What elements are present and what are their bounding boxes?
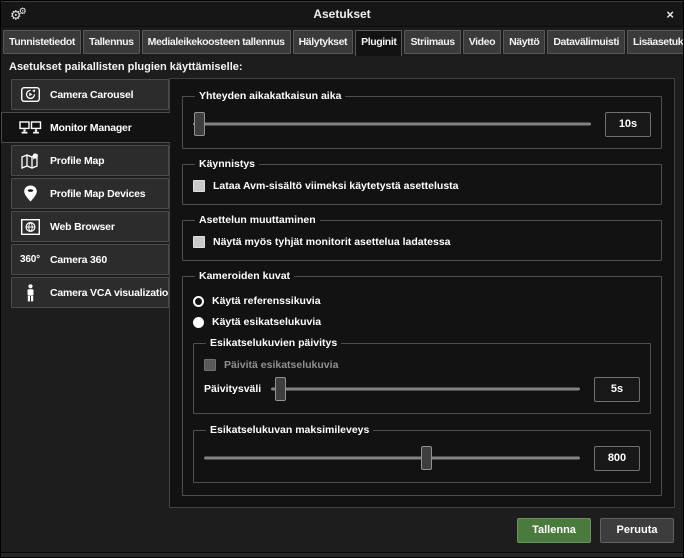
interval-slider[interactable] (271, 375, 580, 403)
sidebar-item-camera-carousel[interactable]: Camera Carousel (11, 79, 169, 110)
tab-tunnistetiedot[interactable]: Tunnistetiedot (3, 30, 81, 54)
sidebar-item-monitor-manager[interactable]: Monitor Manager (1, 112, 170, 143)
footer: Tallenna Peruuta (1, 508, 683, 552)
interval-slider-handle[interactable] (275, 377, 286, 401)
group-startup: Käynnistys Lataa Avm-sisältö viimeksi kä… (182, 158, 662, 205)
sidebar-item-camera-vca-visualization[interactable]: Camera VCA visualization (11, 277, 169, 308)
group-camera-images: Kameroiden kuvat Käytä referenssikuvia K… (182, 270, 662, 496)
checkbox-row-load-avm-content[interactable]: Lataa Avm-sisältö viimeksi käytetystä as… (193, 180, 651, 192)
checkbox-label: Näytä myös tyhjät monitorit asettelua la… (213, 236, 451, 248)
sidebar-item-profile-map-devices[interactable]: Profile Map Devices (11, 178, 169, 209)
group-layout-change: Asettelun muuttaminen Näytä myös tyhjät … (182, 214, 662, 261)
radio-reference-images[interactable] (193, 296, 204, 307)
sidebar-item-label: Profile Map (50, 155, 104, 167)
camera-carousel-icon (18, 87, 42, 102)
radio-preview-images[interactable] (193, 317, 204, 328)
tab-striimaus[interactable]: Striimaus (404, 30, 460, 54)
group-title: Käynnistys (195, 158, 259, 170)
group-title: Esikatselukuvan maksimileveys (206, 424, 373, 436)
checkbox-show-empty-monitors[interactable] (193, 236, 205, 248)
tab-halytykset[interactable]: Hälytykset (293, 30, 354, 54)
group-title: Asettelun muuttaminen (195, 214, 320, 226)
radio-label: Käytä referenssikuvia (212, 295, 321, 307)
max-width-slider-track[interactable] (204, 457, 580, 460)
radio-label: Käytä esikatselukuvia (212, 316, 321, 328)
timeout-slider-handle[interactable] (194, 112, 205, 136)
max-width-slider-handle[interactable] (421, 446, 432, 470)
window-title: Asetukset (1, 7, 683, 21)
save-button[interactable]: Tallenna (517, 518, 591, 543)
sidebar-item-label: Web Browser (50, 221, 115, 233)
group-title: Esikatselukuvien päivitys (206, 337, 341, 349)
tab-medialeikekoosteen-tallennus[interactable]: Medialeikekoosteen tallennus (142, 30, 291, 54)
group-preview-max-width: Esikatselukuvan maksimileveys 800 (193, 424, 651, 483)
interval-slider-track[interactable] (271, 388, 580, 391)
sidebar-item-web-browser[interactable]: Web Browser (11, 211, 169, 242)
max-width-value[interactable]: 800 (594, 446, 640, 471)
web-browser-icon (18, 219, 42, 235)
settings-window: ⚙⚙ Asetukset × Tunnistetiedot Tallennus … (0, 0, 684, 558)
gear-icon: ⚙⚙ (10, 7, 24, 21)
close-icon[interactable]: × (666, 8, 674, 21)
tab-bar: Tunnistetiedot Tallennus Medialeikekoost… (1, 27, 683, 56)
timeout-slider-track[interactable] (193, 123, 591, 126)
title-bar: ⚙⚙ Asetukset × (1, 1, 683, 27)
sidebar-item-label: Profile Map Devices (50, 188, 145, 200)
group-title: Kameroiden kuvat (195, 270, 294, 282)
timeout-value[interactable]: 10s (605, 112, 651, 137)
group-connection-timeout: Yhteyden aikakatkaisun aika 10s (182, 90, 662, 149)
profile-map-icon (18, 153, 42, 169)
checkbox-update-preview-images[interactable] (204, 359, 216, 371)
interval-label: Päivitysväli (204, 383, 261, 395)
body: Camera Carousel Monitor Manager (1, 78, 683, 508)
plugin-settings-panel: Yhteyden aikakatkaisun aika 10s Käynnist… (169, 78, 675, 508)
page-subtitle: Asetukset paikallisten plugien käyttämis… (1, 56, 683, 78)
profile-map-devices-icon (18, 185, 42, 202)
tab-tallennus[interactable]: Tallennus (83, 30, 140, 54)
checkbox-row-show-empty-monitors[interactable]: Näytä myös tyhjät monitorit asettelua la… (193, 236, 651, 248)
sidebar-item-label: Camera VCA visualization (50, 287, 169, 299)
timeout-slider[interactable] (193, 110, 591, 138)
group-title: Yhteyden aikakatkaisun aika (195, 90, 345, 102)
sidebar-item-camera-360[interactable]: 360° Camera 360 (11, 244, 169, 275)
sidebar-item-label: Camera 360 (50, 254, 107, 266)
tab-pluginit[interactable]: Pluginit (355, 30, 402, 56)
sidebar-item-label: Monitor Manager (50, 122, 132, 134)
plugin-sidebar: Camera Carousel Monitor Manager (1, 78, 169, 508)
tab-video[interactable]: Video (463, 30, 501, 54)
checkbox-row-update-preview-images[interactable]: Päivitä esikatselukuvia (204, 359, 640, 371)
camera-360-icon: 360° (18, 254, 42, 265)
tab-datavalimuisti[interactable]: Datavälimuisti (547, 30, 625, 54)
camera-vca-icon (18, 284, 42, 302)
radio-row-preview-images[interactable]: Käytä esikatselukuvia (193, 316, 651, 328)
monitor-manager-icon (18, 121, 42, 135)
interval-value[interactable]: 5s (594, 377, 640, 402)
cancel-button[interactable]: Peruuta (600, 518, 674, 543)
sidebar-item-label: Camera Carousel (50, 89, 133, 101)
sidebar-item-profile-map[interactable]: Profile Map (11, 145, 169, 176)
checkbox-label: Lataa Avm-sisältö viimeksi käytetystä as… (213, 180, 459, 192)
tab-naytto[interactable]: Näyttö (503, 30, 545, 54)
checkbox-label: Päivitä esikatselukuvia (224, 359, 338, 371)
radio-row-reference-images[interactable]: Käytä referenssikuvia (193, 295, 651, 307)
tab-lisaasetukset[interactable]: Lisäasetukset (627, 30, 683, 54)
window-bottom-edge (1, 552, 683, 558)
group-preview-update: Esikatselukuvien päivitys Päivitä esikat… (193, 337, 651, 414)
max-width-slider[interactable] (204, 444, 580, 472)
checkbox-load-avm-content[interactable] (193, 180, 205, 192)
